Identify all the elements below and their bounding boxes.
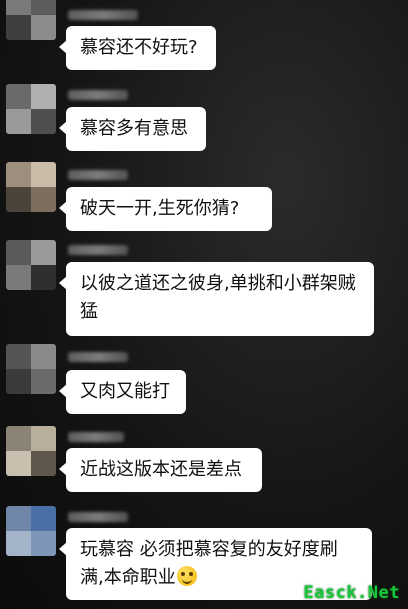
chat-message: 慕容还不好玩? xyxy=(0,0,408,80)
message-bubble[interactable]: 破天一开,生死你猜? xyxy=(59,187,272,231)
chat-message: 近战这版本还是差点 xyxy=(0,424,408,504)
chat-message: 慕容多有意思 xyxy=(0,80,408,160)
message-text: 玩慕容 必须把慕容复的友好度刷满,本命职业 xyxy=(80,539,338,588)
chat-message: 以彼之道还之彼身,单挑和小群架贼猛 xyxy=(0,240,408,340)
avatar[interactable] xyxy=(6,506,56,556)
avatar[interactable] xyxy=(6,162,56,212)
avatar[interactable] xyxy=(6,344,56,394)
message-bubble[interactable]: 以彼之道还之彼身,单挑和小群架贼猛 xyxy=(59,262,374,336)
chat-window: 慕容还不好玩? 慕容多有意思 破天一开,生死你猜? 以彼之道还之彼身,单挑和小群… xyxy=(0,0,408,609)
chat-message: 又肉又能打 xyxy=(0,344,408,424)
avatar[interactable] xyxy=(6,426,56,476)
smiling-blush-emoji-icon xyxy=(176,566,197,586)
message-bubble[interactable]: 又肉又能打 xyxy=(59,370,186,414)
site-watermark: Easck.Net xyxy=(303,583,400,603)
avatar[interactable] xyxy=(6,240,56,290)
sender-name-blurred xyxy=(68,245,128,255)
message-bubble[interactable]: 近战这版本还是差点 xyxy=(59,448,262,492)
sender-name-blurred xyxy=(68,512,128,522)
sender-name-blurred xyxy=(68,170,128,180)
sender-name-blurred xyxy=(68,90,128,100)
sender-name-blurred xyxy=(68,432,124,442)
sender-name-blurred xyxy=(68,352,128,362)
avatar[interactable] xyxy=(6,84,56,134)
chat-message: 破天一开,生死你猜? xyxy=(0,160,408,240)
avatar[interactable] xyxy=(6,0,56,40)
message-bubble[interactable]: 慕容多有意思 xyxy=(59,107,206,151)
message-bubble[interactable]: 慕容还不好玩? xyxy=(59,26,216,70)
sender-name-blurred xyxy=(68,10,138,20)
